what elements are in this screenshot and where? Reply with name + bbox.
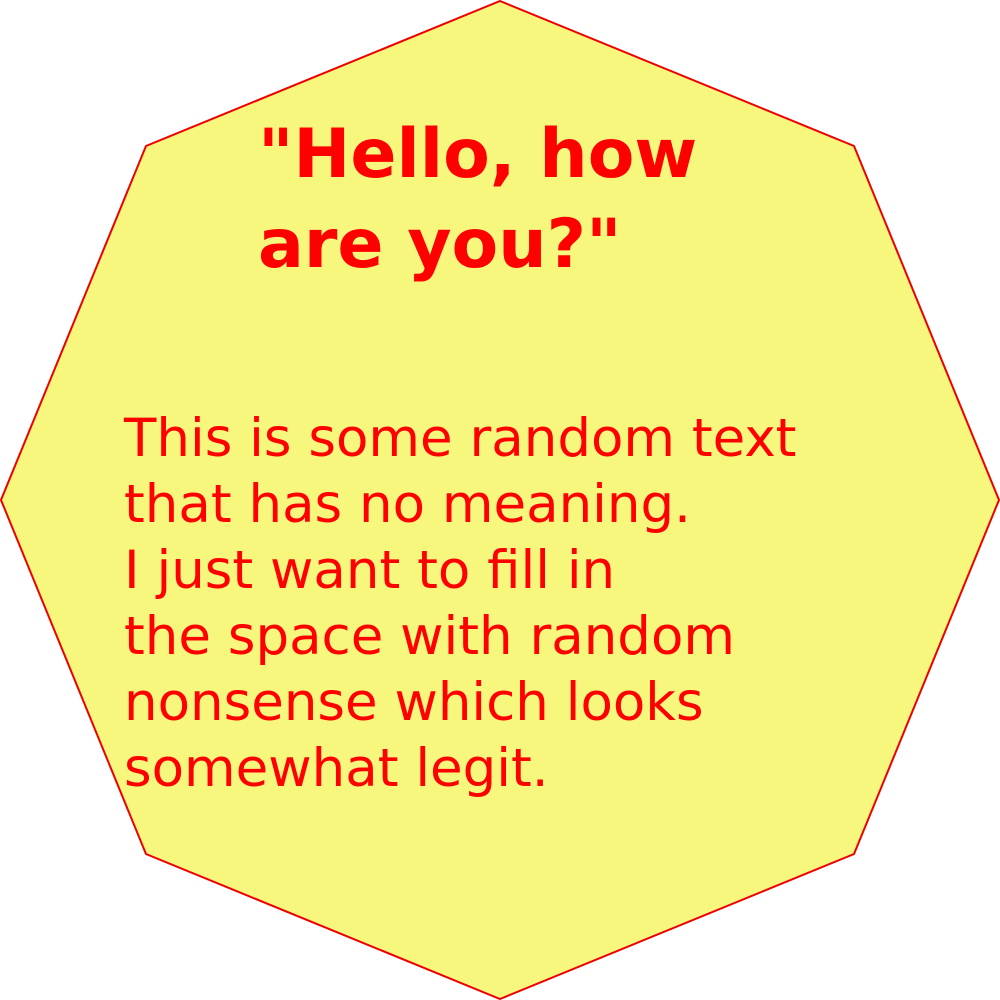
canvas: "Hello, how are you?" This is some rando… [0, 0, 1000, 1000]
body-line: nonsense which looks [124, 672, 704, 733]
body-line: somewhat legit. [124, 738, 549, 799]
body-line: This is some random text [124, 408, 797, 469]
body-line: I just want to fill in [124, 540, 616, 601]
body-line: the space with random [124, 606, 736, 667]
body-line: that has no meaning. [124, 474, 691, 535]
quote-heading-line: are you?" [258, 205, 622, 284]
body-paragraph: This is some random text that has no mea… [124, 406, 796, 802]
quote-heading: "Hello, how are you?" [258, 110, 697, 290]
quote-heading-line: "Hello, how [258, 115, 698, 194]
